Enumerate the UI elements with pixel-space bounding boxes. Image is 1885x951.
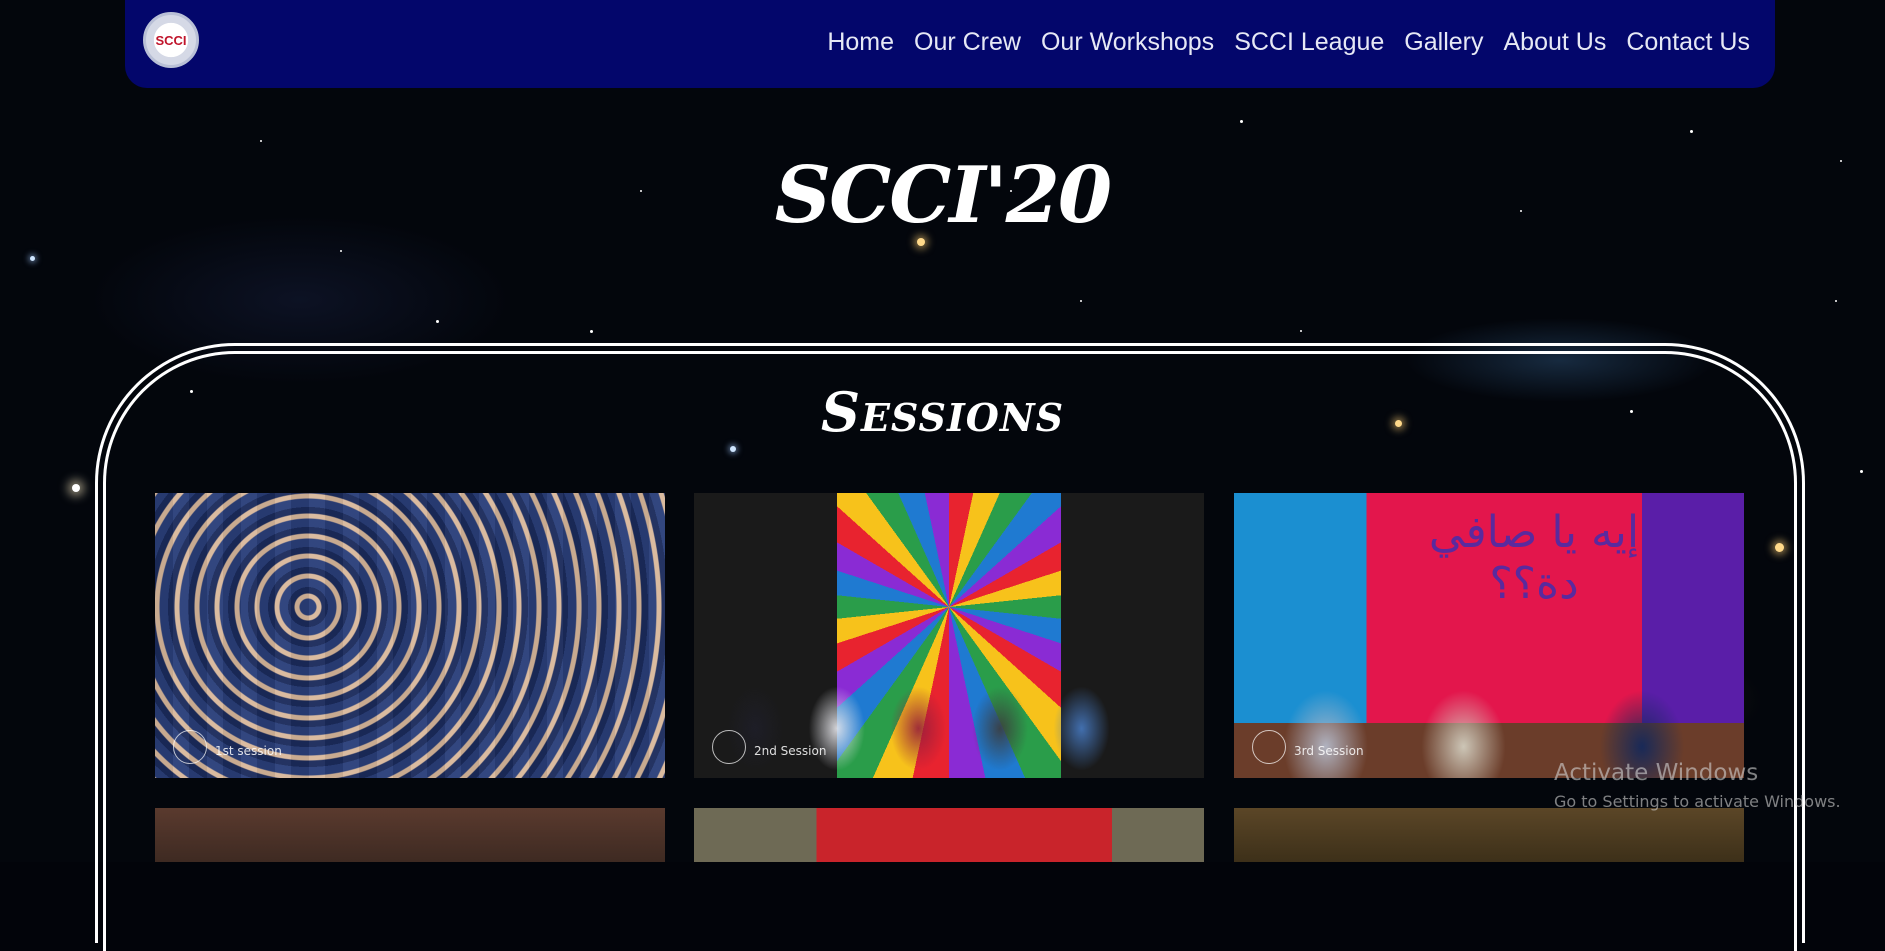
activate-windows-title: Activate Windows — [1554, 760, 1759, 786]
top-navbar: SCCI Home Our Crew Our Workshops SCCI Le… — [125, 0, 1775, 88]
nav-menu: Home Our Crew Our Workshops SCCI League … — [827, 0, 1750, 84]
session-card-2[interactable]: 2nd Session — [694, 493, 1204, 778]
star — [260, 140, 262, 142]
star — [590, 330, 593, 333]
page-title: SCCI'20 — [774, 150, 1112, 241]
nav-link-gallery[interactable]: Gallery — [1404, 28, 1483, 57]
session-label: 3rd Session — [1294, 744, 1364, 758]
nav-link-scci-league[interactable]: SCCI League — [1234, 28, 1384, 57]
star — [1240, 120, 1243, 123]
scci-logo[interactable]: SCCI — [143, 12, 199, 68]
session-logo-icon — [1252, 730, 1286, 764]
session-card-1[interactable]: 1st session — [155, 493, 665, 778]
session-card-6[interactable] — [1234, 808, 1744, 862]
star — [340, 250, 342, 252]
star — [436, 320, 439, 323]
photo-crowd — [155, 493, 665, 778]
nav-link-our-workshops[interactable]: Our Workshops — [1041, 28, 1214, 57]
nav-link-about-us[interactable]: About Us — [1503, 28, 1606, 57]
session-label: 1st session — [215, 744, 282, 758]
star — [30, 256, 35, 261]
activate-windows-watermark: Activate Windows Go to Settings to activ… — [1554, 760, 1841, 811]
star — [72, 484, 80, 492]
section-title: Sessions — [820, 380, 1065, 444]
session-card-3[interactable]: إيه يا صافي دة؟؟ 3rd Session — [1234, 493, 1744, 778]
nav-link-contact-us[interactable]: Contact Us — [1626, 28, 1750, 57]
session-card-5[interactable] — [694, 808, 1204, 862]
star — [1860, 470, 1863, 473]
star — [1835, 300, 1837, 302]
session-logo-icon — [173, 730, 207, 764]
star — [1300, 330, 1302, 332]
activate-windows-subtitle: Go to Settings to activate Windows. — [1554, 792, 1841, 811]
logo-text: SCCI — [155, 32, 187, 48]
nav-link-home[interactable]: Home — [827, 28, 894, 57]
session-card-4[interactable] — [155, 808, 665, 862]
star — [1690, 130, 1693, 133]
session-logo-icon — [712, 730, 746, 764]
star — [1080, 300, 1082, 302]
session-label: 2nd Session — [754, 744, 827, 758]
nav-link-our-crew[interactable]: Our Crew — [914, 28, 1021, 57]
sign-text: إيه يا صافي دة؟؟ — [1428, 507, 1640, 609]
